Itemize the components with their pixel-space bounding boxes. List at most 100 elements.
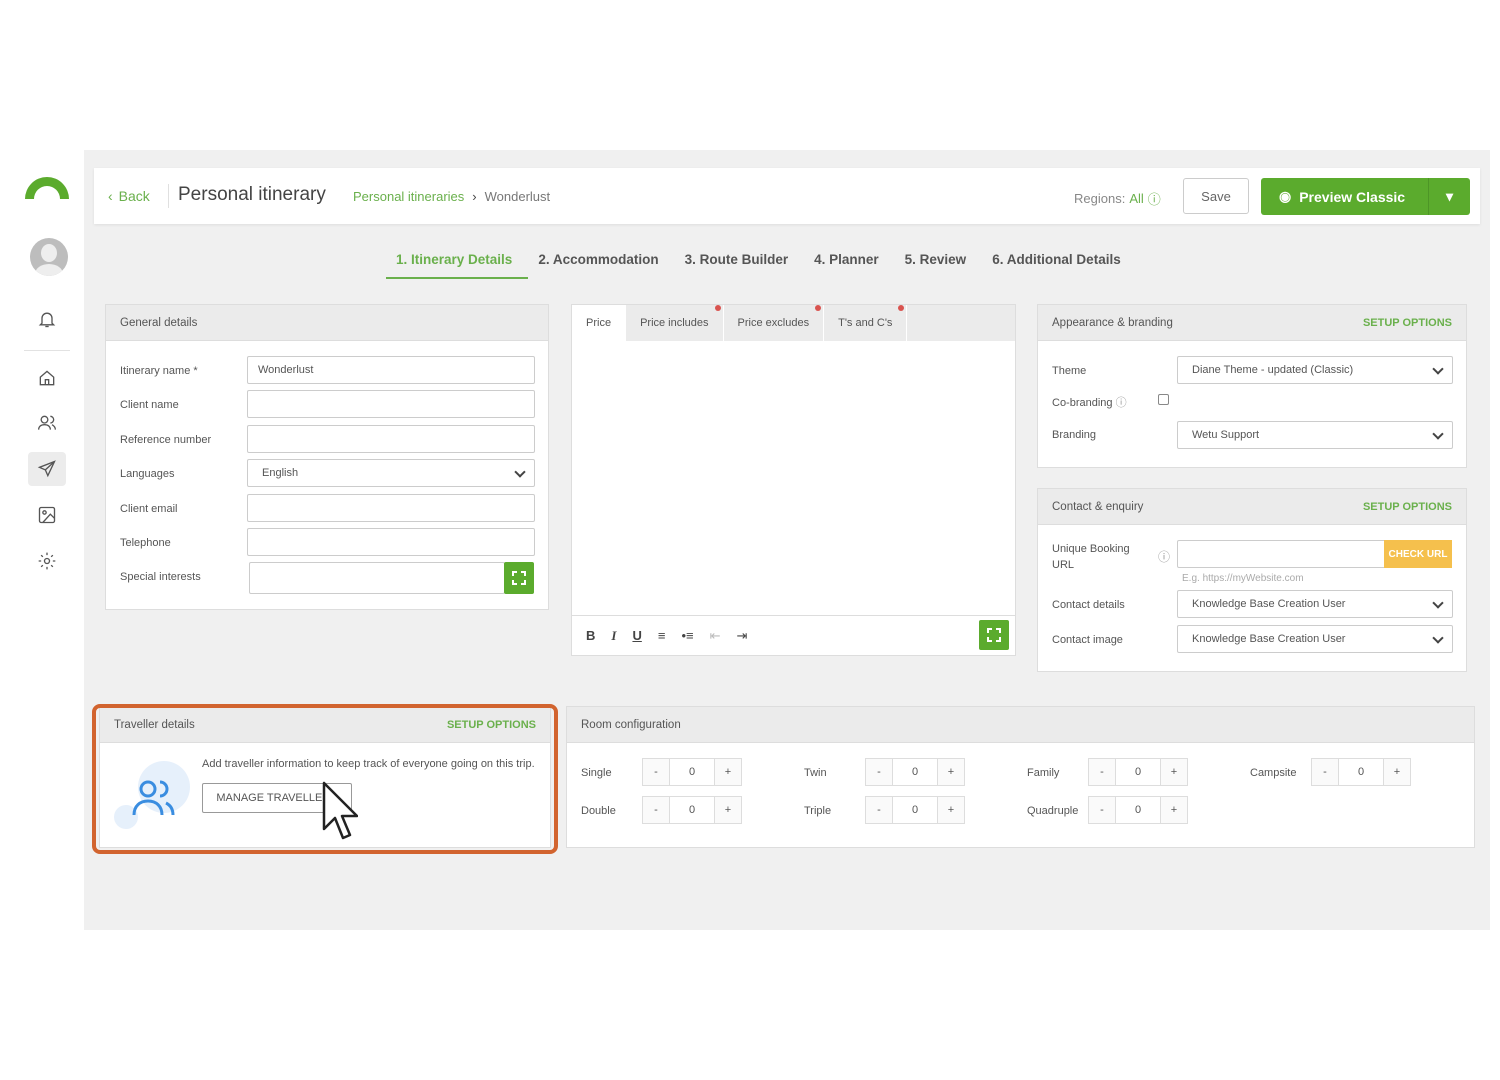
contact-panel: Contact & enquiry SETUP OPTIONS Unique Bo… <box>1037 488 1467 672</box>
telephone-input[interactable] <box>247 528 535 556</box>
booking-url-label: Unique Booking URL <box>1052 543 1130 571</box>
step-tabs: 1. Itinerary Details 2. Accommodation 3.… <box>386 250 1137 279</box>
tab-planner[interactable]: 4. Planner <box>804 250 895 279</box>
info-icon: ⓘ <box>1147 192 1161 207</box>
triple-stepper: -0 + <box>865 796 965 824</box>
telephone-label: Telephone <box>120 537 171 549</box>
tab-itinerary-details[interactable]: 1. Itinerary Details <box>386 250 529 279</box>
expand-button[interactable] <box>504 562 534 594</box>
back-link[interactable]: ‹ Back <box>108 188 150 204</box>
tab-review[interactable]: 5. Review <box>895 250 983 279</box>
reference-number-input[interactable] <box>247 425 535 453</box>
outdent-icon[interactable]: ⇤ <box>710 628 721 644</box>
expand-icon <box>512 571 526 585</box>
regions-filter[interactable]: Regions: All ⓘ <box>1074 189 1161 208</box>
contact-image-label: Contact image <box>1052 634 1123 646</box>
single-count[interactable]: 0 <box>669 759 715 785</box>
tab-price-includes[interactable]: Price includes <box>626 305 724 341</box>
family-count[interactable]: 0 <box>1115 759 1161 785</box>
page-title: Personal itinerary <box>178 184 326 205</box>
client-email-input[interactable] <box>247 494 535 522</box>
check-url-button[interactable]: CHECK URL <box>1384 540 1452 568</box>
breadcrumb-parent[interactable]: Personal itineraries <box>353 189 464 204</box>
theme-select[interactable]: Diane Theme - updated (Classic) <box>1177 356 1453 384</box>
editor-toolbar: B I U ≡ •≡ ⇤ ⇥ <box>572 615 1015 655</box>
increment-button[interactable]: + <box>1161 797 1187 823</box>
client-name-label: Client name <box>120 399 179 411</box>
special-interests-label: Special interests <box>120 571 201 583</box>
decrement-button[interactable]: - <box>643 797 669 823</box>
breadcrumb-current: Wonderlust <box>484 189 551 204</box>
decrement-button[interactable]: - <box>866 797 892 823</box>
family-stepper: -0 + <box>1088 758 1188 786</box>
increment-button[interactable]: + <box>1384 759 1410 785</box>
tab-accommodation[interactable]: 2. Accommodation <box>528 250 674 279</box>
alert-dot <box>898 305 905 311</box>
decrement-button[interactable]: - <box>866 759 892 785</box>
bell-icon[interactable] <box>28 302 66 336</box>
quadruple-stepper: -0 + <box>1088 796 1188 824</box>
tab-route-builder[interactable]: 3. Route Builder <box>675 250 805 279</box>
gear-icon[interactable] <box>28 544 66 578</box>
contact-image-select[interactable]: Knowledge Base Creation User <box>1177 625 1453 653</box>
quadruple-count[interactable]: 0 <box>1115 797 1161 823</box>
cobranding-checkbox[interactable] <box>1158 394 1169 405</box>
tab-price-excludes[interactable]: Price excludes <box>724 305 825 341</box>
triple-count[interactable]: 0 <box>892 797 938 823</box>
booking-url-input[interactable] <box>1177 540 1387 568</box>
increment-button[interactable]: + <box>715 797 741 823</box>
image-icon[interactable] <box>28 498 66 532</box>
tab-terms[interactable]: T's and C's <box>824 305 908 341</box>
info-icon: ⓘ <box>1115 397 1127 409</box>
setup-options-link[interactable]: SETUP OPTIONS <box>1363 317 1452 329</box>
alert-dot <box>815 305 822 311</box>
sidebar-divider <box>24 350 70 351</box>
editor-text-area[interactable] <box>572 341 1015 615</box>
chevron-right-icon: › <box>472 189 477 204</box>
page-header: ‹ Back Personal itinerary Personal itiner… <box>94 168 1480 224</box>
double-count[interactable]: 0 <box>669 797 715 823</box>
header-divider <box>168 184 169 208</box>
increment-button[interactable]: + <box>715 759 741 785</box>
send-icon[interactable] <box>28 452 66 486</box>
setup-options-link[interactable]: SETUP OPTIONS <box>1363 501 1452 513</box>
twin-count[interactable]: 0 <box>892 759 938 785</box>
save-button[interactable]: Save <box>1183 178 1249 214</box>
ordered-list-icon[interactable]: ≡ <box>658 628 666 643</box>
info-icon: ⓘ <box>1158 550 1171 564</box>
italic-icon[interactable]: I <box>611 628 616 644</box>
logo-icon <box>25 177 69 199</box>
preview-dropdown-button[interactable]: ▾ <box>1428 178 1470 215</box>
users-icon[interactable] <box>28 406 66 440</box>
bullet-list-icon[interactable]: •≡ <box>681 628 693 643</box>
increment-button[interactable]: + <box>938 797 964 823</box>
branding-select[interactable]: Wetu Support <box>1177 421 1453 449</box>
itinerary-name-label: Itinerary name * <box>120 365 198 377</box>
languages-select[interactable]: English <box>247 459 535 487</box>
campsite-count[interactable]: 0 <box>1338 759 1384 785</box>
underline-icon[interactable]: U <box>632 628 641 643</box>
decrement-button[interactable]: - <box>643 759 669 785</box>
decrement-button[interactable]: - <box>1312 759 1338 785</box>
increment-button[interactable]: + <box>938 759 964 785</box>
client-name-input[interactable] <box>247 390 535 418</box>
tab-price[interactable]: Price <box>572 305 627 341</box>
editor-expand-button[interactable] <box>979 620 1009 650</box>
caret-down-icon: ▾ <box>1445 188 1454 204</box>
tab-additional-details[interactable]: 6. Additional Details <box>982 250 1137 279</box>
preview-button-group: ◉ Preview Classic ▾ <box>1261 178 1470 215</box>
contact-details-select[interactable]: Knowledge Base Creation User <box>1177 590 1453 618</box>
theme-label: Theme <box>1052 365 1087 377</box>
home-icon[interactable] <box>28 361 66 395</box>
decrement-button[interactable]: - <box>1089 797 1115 823</box>
itinerary-name-input[interactable]: Wonderlust <box>247 356 535 384</box>
editor-tabs: Price Price includes Price excludes T's … <box>572 305 1015 341</box>
special-interests-input[interactable] <box>249 562 505 594</box>
double-label: Double <box>581 805 616 817</box>
increment-button[interactable]: + <box>1161 759 1187 785</box>
indent-icon[interactable]: ⇥ <box>736 628 747 644</box>
preview-classic-button[interactable]: ◉ Preview Classic <box>1261 178 1428 215</box>
avatar[interactable] <box>30 238 68 276</box>
decrement-button[interactable]: - <box>1089 759 1115 785</box>
bold-icon[interactable]: B <box>586 628 595 643</box>
